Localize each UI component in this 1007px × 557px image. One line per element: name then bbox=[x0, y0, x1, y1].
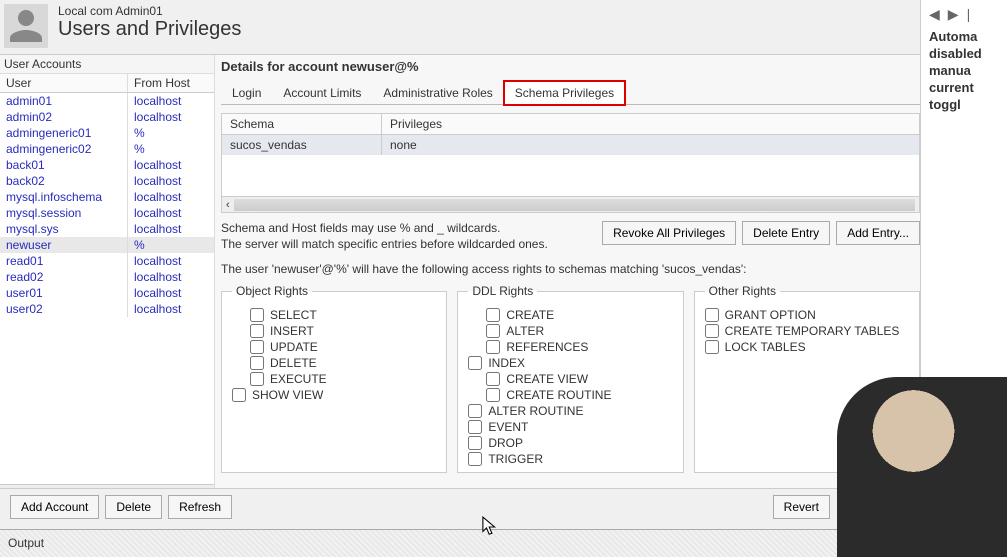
schema-table-header: Schema Privileges bbox=[222, 114, 919, 135]
privilege-create-temporary-tables[interactable]: CREATE TEMPORARY TABLES bbox=[705, 324, 909, 338]
user-row[interactable]: admingeneric02% bbox=[0, 141, 214, 157]
privilege-create-view[interactable]: CREATE VIEW bbox=[486, 372, 672, 386]
revert-button[interactable]: Revert bbox=[773, 495, 830, 519]
privilege-checkbox[interactable] bbox=[250, 372, 264, 386]
privilege-update[interactable]: UPDATE bbox=[250, 340, 436, 354]
priv-cell: none bbox=[382, 135, 919, 155]
user-accounts-table[interactable]: User From Host admin01localhostadmin02lo… bbox=[0, 74, 214, 484]
add-entry-button[interactable]: Add Entry... bbox=[836, 221, 920, 245]
ddl-rights-legend: DDL Rights bbox=[468, 284, 537, 298]
col-host-header[interactable]: From Host bbox=[128, 74, 214, 92]
page-header: Local com Admin01 Users and Privileges bbox=[0, 0, 920, 55]
tab-schema-privileges[interactable]: Schema Privileges bbox=[504, 81, 625, 105]
user-row[interactable]: back02localhost bbox=[0, 173, 214, 189]
user-row[interactable]: user01localhost bbox=[0, 285, 214, 301]
privilege-checkbox[interactable] bbox=[486, 308, 500, 322]
separator-icon: | bbox=[967, 6, 971, 23]
user-row[interactable]: admin02localhost bbox=[0, 109, 214, 125]
object-rights-legend: Object Rights bbox=[232, 284, 312, 298]
user-row[interactable]: admin01localhost bbox=[0, 93, 214, 109]
privilege-checkbox[interactable] bbox=[468, 452, 482, 466]
privilege-checkbox[interactable] bbox=[250, 308, 264, 322]
tab-account-limits[interactable]: Account Limits bbox=[272, 81, 372, 104]
privilege-event[interactable]: EVENT bbox=[468, 420, 672, 434]
nav-back-icon[interactable]: ◀ bbox=[929, 6, 940, 23]
nav-fwd-icon[interactable]: ▶ bbox=[948, 6, 959, 23]
user-row[interactable]: admingeneric01% bbox=[0, 125, 214, 141]
tab-login[interactable]: Login bbox=[221, 81, 272, 104]
other-rights-legend: Other Rights bbox=[705, 284, 780, 298]
connection-label: Local com Admin01 bbox=[58, 4, 241, 18]
privileges-col-header[interactable]: Privileges bbox=[382, 114, 919, 134]
bottom-toolbar: Add Account Delete Refresh Revert bbox=[0, 488, 920, 525]
add-account-button[interactable]: Add Account bbox=[10, 495, 99, 519]
avatar-icon bbox=[4, 4, 48, 48]
revoke-all-button[interactable]: Revoke All Privileges bbox=[602, 221, 736, 245]
user-row[interactable]: mysql.sessionlocalhost bbox=[0, 205, 214, 221]
schema-cell: sucos_vendas bbox=[222, 135, 382, 155]
privilege-insert[interactable]: INSERT bbox=[250, 324, 436, 338]
privilege-checkbox[interactable] bbox=[468, 356, 482, 370]
delete-button[interactable]: Delete bbox=[105, 495, 162, 519]
privilege-grant-option[interactable]: GRANT OPTION bbox=[705, 308, 909, 322]
user-row[interactable]: read01localhost bbox=[0, 253, 214, 269]
schema-row[interactable]: sucos_vendas none bbox=[222, 135, 919, 155]
privilege-checkbox[interactable] bbox=[250, 356, 264, 370]
details-title: Details for account newuser@% bbox=[221, 55, 920, 80]
wildcard-note: Schema and Host fields may use % and _ w… bbox=[221, 221, 548, 252]
privilege-checkbox[interactable] bbox=[250, 324, 264, 338]
page-title: Users and Privileges bbox=[58, 18, 241, 41]
user-table-header: User From Host bbox=[0, 74, 214, 93]
privilege-checkbox[interactable] bbox=[468, 404, 482, 418]
privilege-lock-tables[interactable]: LOCK TABLES bbox=[705, 340, 909, 354]
schema-col-header[interactable]: Schema bbox=[222, 114, 382, 134]
privilege-checkbox[interactable] bbox=[705, 340, 719, 354]
privilege-checkbox[interactable] bbox=[705, 308, 719, 322]
privilege-checkbox[interactable] bbox=[705, 324, 719, 338]
privilege-checkbox[interactable] bbox=[486, 324, 500, 338]
user-row[interactable]: read02localhost bbox=[0, 269, 214, 285]
object-rights-group: Object Rights SELECT INSERT UPDATE DELETE EX… bbox=[221, 284, 447, 473]
webcam-overlay bbox=[837, 377, 1007, 557]
privilege-trigger[interactable]: TRIGGER bbox=[468, 452, 672, 466]
user-row[interactable]: mysql.infoschemalocalhost bbox=[0, 189, 214, 205]
schema-hscroll[interactable]: ‹ bbox=[222, 196, 919, 212]
privilege-drop[interactable]: DROP bbox=[468, 436, 672, 450]
privilege-delete[interactable]: DELETE bbox=[250, 356, 436, 370]
privilege-checkbox[interactable] bbox=[468, 420, 482, 434]
privilege-checkbox[interactable] bbox=[250, 340, 264, 354]
user-row[interactable]: user02localhost bbox=[0, 301, 214, 317]
schema-table[interactable]: Schema Privileges sucos_vendas none ‹ bbox=[221, 113, 920, 213]
privilege-create-routine[interactable]: CREATE ROUTINE bbox=[486, 388, 672, 402]
user-accounts-title: User Accounts bbox=[0, 55, 214, 74]
delete-entry-button[interactable]: Delete Entry bbox=[742, 221, 830, 245]
user-row[interactable]: mysql.syslocalhost bbox=[0, 221, 214, 237]
privilege-checkbox[interactable] bbox=[486, 340, 500, 354]
privilege-references[interactable]: REFERENCES bbox=[486, 340, 672, 354]
refresh-button[interactable]: Refresh bbox=[168, 495, 232, 519]
tabs: Login Account Limits Administrative Role… bbox=[221, 80, 920, 105]
cursor-icon bbox=[482, 516, 500, 541]
tab-admin-roles[interactable]: Administrative Roles bbox=[372, 81, 503, 104]
privilege-show-view[interactable]: SHOW VIEW bbox=[232, 388, 436, 402]
privilege-checkbox[interactable] bbox=[232, 388, 246, 402]
privilege-checkbox[interactable] bbox=[468, 436, 482, 450]
col-user-header[interactable]: User bbox=[0, 74, 128, 92]
privilege-index[interactable]: INDEX bbox=[468, 356, 672, 370]
privilege-create[interactable]: CREATE bbox=[486, 308, 672, 322]
ddl-rights-group: DDL Rights CREATE ALTER REFERENCES INDEX CRE… bbox=[457, 284, 683, 473]
access-rights-text: The user 'newuser'@'%' will have the fol… bbox=[221, 262, 920, 276]
user-row[interactable]: back01localhost bbox=[0, 157, 214, 173]
user-row[interactable]: newuser% bbox=[0, 237, 214, 253]
privilege-alter-routine[interactable]: ALTER ROUTINE bbox=[468, 404, 672, 418]
privilege-checkbox[interactable] bbox=[486, 388, 500, 402]
privilege-alter[interactable]: ALTER bbox=[486, 324, 672, 338]
privilege-execute[interactable]: EXECUTE bbox=[250, 372, 436, 386]
privilege-select[interactable]: SELECT bbox=[250, 308, 436, 322]
privilege-checkbox[interactable] bbox=[486, 372, 500, 386]
